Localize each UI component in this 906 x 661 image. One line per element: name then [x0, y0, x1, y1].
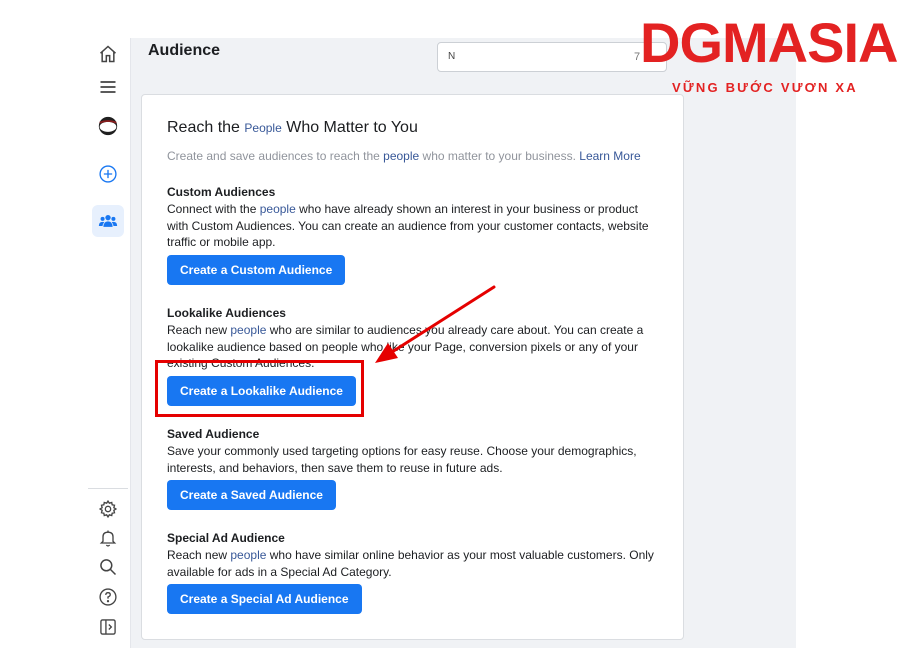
people-link[interactable]: people [383, 149, 419, 163]
rail-divider [88, 488, 128, 489]
home-icon[interactable] [92, 38, 124, 70]
card-title-post: Who Matter to You [281, 119, 418, 136]
notifications-icon[interactable] [92, 522, 124, 554]
account-avatar[interactable] [92, 110, 124, 142]
help-icon[interactable] [92, 581, 124, 613]
section-title: Lookalike Audiences [167, 306, 286, 320]
card-subtitle: Create and save audiences to reach the p… [167, 149, 641, 163]
collapse-panel-icon[interactable] [92, 611, 124, 643]
card-title: Reach the People Who Matter to You [167, 119, 418, 137]
create-icon[interactable] [92, 158, 124, 190]
desc-pre: Reach new [167, 323, 231, 337]
people-link[interactable]: people [230, 323, 266, 337]
menu-icon[interactable] [92, 71, 124, 103]
custom-audiences-section: Custom Audiences Connect with the people… [167, 184, 662, 251]
section-description: Connect with the people who have already… [167, 201, 662, 251]
logo-tagline: VỮNG BƯỚC VƯƠN XA [672, 80, 858, 95]
section-title: Saved Audience [167, 427, 260, 441]
logo-wordmark: DGMASIA [640, 11, 898, 74]
section-description: Reach new people who have similar online… [167, 547, 662, 580]
left-nav-rail [88, 38, 128, 648]
create-saved-audience-button[interactable]: Create a Saved Audience [167, 480, 336, 510]
search-icon[interactable] [92, 551, 124, 583]
card-subtitle-pre: Create and save audiences to reach the [167, 149, 384, 163]
create-special-ad-audience-button[interactable]: Create a Special Ad Audience [167, 584, 362, 614]
search-input[interactable]: N 7 [437, 42, 667, 72]
desc-pre: Connect with the [167, 202, 260, 216]
card-subtitle-post: who matter to your business. [419, 149, 580, 163]
card-title-pre: Reach the [167, 119, 245, 136]
create-custom-audience-button[interactable]: Create a Custom Audience [167, 255, 346, 285]
people-link[interactable]: People [244, 121, 281, 135]
page: Audience N 7 DGMASIA VỮNG BƯỚC VƯƠN XA R… [0, 0, 906, 661]
audiences-icon[interactable] [92, 205, 124, 237]
page-title: Audience [148, 42, 221, 59]
dgmasia-logo: DGMASIA VỮNG BƯỚC VƯƠN XA [636, 8, 902, 100]
section-description: Save your commonly used targeting option… [167, 444, 637, 475]
saved-audience-section: Saved Audience Save your commonly used t… [167, 426, 662, 476]
search-input-value: N [448, 51, 456, 62]
section-title: Special Ad Audience [167, 531, 285, 545]
highlight-box [155, 360, 364, 417]
special-ad-audience-section: Special Ad Audience Reach new people who… [167, 530, 662, 580]
section-title: Custom Audiences [167, 185, 276, 199]
people-link[interactable]: people [260, 202, 296, 216]
settings-icon[interactable] [92, 493, 124, 525]
desc-pre: Reach new [167, 548, 231, 562]
people-link[interactable]: people [230, 548, 266, 562]
rail-border [130, 38, 131, 648]
learn-more-link[interactable]: Learn More [579, 149, 640, 163]
